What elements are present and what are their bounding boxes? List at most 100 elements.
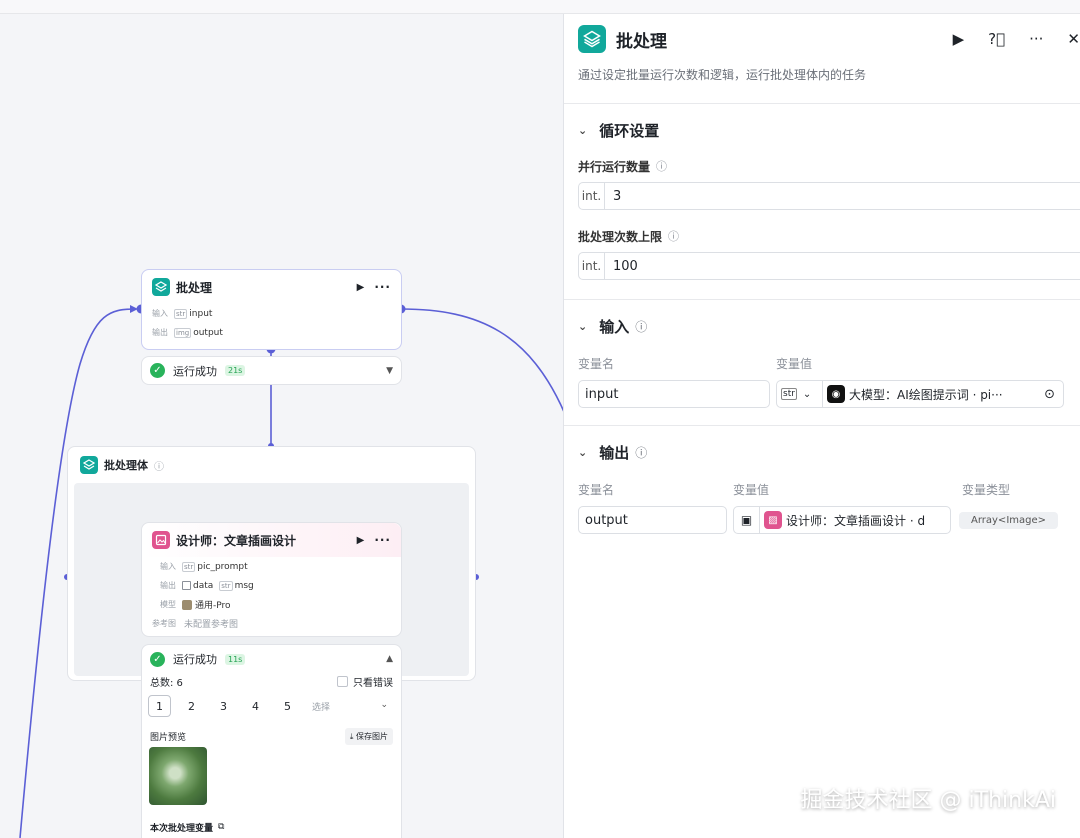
designer-output-chip-data: data [182,581,213,591]
input-title: 输入 [599,317,630,336]
parallel-input[interactable]: int. 3 [578,182,1080,210]
total-row: 总数: 6 只看错误 [142,673,401,689]
batch-more-icon[interactable]: ··· [374,280,391,294]
input-var-name[interactable]: input [578,380,770,408]
designer-run-icon[interactable]: ▶ [357,535,365,546]
preview-label: 图片预览 [150,732,187,743]
output-col-name: 变量名 [578,482,615,497]
designer-node-header: 设计师：文章插画设计 ▶ ··· [142,523,401,557]
save-image-button[interactable]: ⤓ 保存图片 [344,727,393,745]
designer-status-text: 运行成功 [173,653,217,666]
str-type-icon: str [219,580,233,591]
image-type-icon: ▣ [734,507,760,533]
more-icon[interactable]: ··· [1029,30,1043,48]
output-columns: 变量名 变量值 变量类型 [564,478,1080,500]
batch-status-text: 运行成功 [173,364,217,378]
designer-more-icon[interactable]: ··· [374,533,391,547]
input-section: ⌄ 输入 ⓘ 变量名 变量值 input str ⌄ ◉ 大模型：AI绘图提示词… [564,300,1080,426]
str-type-icon: str [174,308,188,319]
output-var-name[interactable]: output [578,506,727,534]
input-col-name: 变量名 [578,356,615,371]
loop-settings-section: ⌄ 循环设置 并行运行数量 ⓘ int. 3 批处理次数上限 ⓘ int. 10… [564,104,1080,300]
designer-input-chip: str pic_prompt [182,561,248,572]
batch-run-icon[interactable]: ▶ [357,282,365,293]
loop-settings-header[interactable]: ⌄ 循环设置 [564,104,1080,156]
variable-picker-icon[interactable]: ⊙ [1044,387,1055,402]
errors-only-checkbox[interactable] [337,675,348,687]
batch-vars-label: 本次批处理变量 [150,823,214,834]
close-icon[interactable]: ✕ [1067,30,1080,48]
output-header[interactable]: ⌄ 输出 ⓘ [564,426,1080,478]
page-5[interactable]: 5 [276,695,299,717]
input-var-row: input str ⌄ ◉ 大模型：AI绘图提示词 · pi··· ⊙ [564,380,1080,408]
info-icon[interactable]: ⓘ [635,318,647,335]
copy-icon[interactable]: ⧉ [218,822,224,832]
output-section: ⌄ 输出 ⓘ 变量名 变量值 变量类型 output ▣ ▨ 设计师：文章插画设… [564,426,1080,534]
designer-output-value-data: data [193,580,214,591]
output-title: 输出 [599,443,630,462]
llm-model-icon: ◉ [827,385,845,403]
help-icon[interactable]: ?⃝ [988,30,1005,48]
success-check-icon: ✓ [150,651,165,667]
designer-model-value: 通用-Pro [195,601,231,611]
batch-input-chip: str input [174,308,213,319]
max-label-row: 批处理次数上限 ⓘ [564,226,1080,246]
output-var-value[interactable]: ▣ ▨ 设计师：文章插画设计 · d [733,506,951,534]
panel-layers-icon [578,25,606,53]
page-select-placeholder: 选择 [312,702,331,713]
designer-node-title: 设计师：文章插画设计 [176,533,297,548]
page-select[interactable]: 选择 ⌄ [312,700,388,713]
designer-image-icon: ▨ [764,511,782,529]
info-icon[interactable]: ⓘ [656,158,667,174]
designer-status-row[interactable]: ✓ 运行成功 11s ▲ [142,645,401,673]
top-bar [0,0,1080,14]
designer-model-chip: 通用-Pro [182,598,231,611]
designer-ref-key: 参考图 [152,619,176,628]
designer-ref-row: 参考图 未配置参考图 [142,614,401,633]
batch-output-value: output [193,327,223,338]
model-avatar-icon [182,599,192,610]
batch-input-row: 输入 str input [142,304,401,323]
parallel-value: 3 [613,188,622,204]
chevron-up-icon[interactable]: ▲ [386,654,393,664]
chevron-down-icon[interactable]: ▼ [386,366,393,376]
batch-node[interactable]: 批处理 ▶ ··· 输入 str input 输出 img output [141,269,402,350]
batch-status-bar[interactable]: ✓ 运行成功 21s ▼ [141,356,402,385]
page-3[interactable]: 3 [212,695,235,717]
input-ref-text: 大模型：AI绘图提示词 · pi··· [849,387,1003,402]
designer-model-key: 模型 [160,600,176,609]
parallel-label-row: 并行运行数量 ⓘ [564,156,1080,176]
batch-body-title: 批处理体 [104,459,148,472]
designer-result-panel[interactable]: ✓ 运行成功 11s ▲ 总数: 6 只看错误 1 2 3 4 5 选择 ⌄ 图… [141,644,402,838]
chevron-down-icon: ⌄ [380,699,388,710]
batch-vars-row: 本次批处理变量 ⧉ [142,815,401,838]
watermark: 掘金技术社区 @ iThinkAi [800,788,1056,813]
designer-node[interactable]: 设计师：文章插画设计 ▶ ··· 输入 str pic_prompt 输出 dat… [141,522,402,637]
max-input[interactable]: int. 100 [578,252,1080,280]
chevron-down-icon: ⌄ [802,388,812,400]
input-header[interactable]: ⌄ 输入 ⓘ [564,300,1080,352]
run-icon[interactable]: ▶ [953,30,965,48]
input-var-value[interactable]: str ⌄ ◉ 大模型：AI绘图提示词 · pi··· ⊙ [776,380,1064,408]
total-count: 总数: 6 [150,677,183,689]
page-4[interactable]: 4 [244,695,267,717]
batch-node-header: 批处理 ▶ ··· [142,270,401,304]
success-check-icon: ✓ [150,363,165,378]
workflow-canvas[interactable]: 批处理 ▶ ··· 输入 str input 输出 img output ✓ 运行成… [0,14,565,838]
preview-thumbnail[interactable] [149,747,207,805]
page-1[interactable]: 1 [148,695,171,717]
batch-body-layers-icon [80,456,98,474]
config-panel: 批处理 ▶ ?⃝ ··· ✕ 通过设定批量运行次数和逻辑，运行批处理体内的任务 … [563,14,1080,838]
info-icon[interactable]: ⓘ [635,444,647,461]
loop-settings-title: 循环设置 [599,121,660,140]
designer-output-row: 输出 data str msg [142,576,401,595]
save-image-label: 保存图片 [356,731,388,741]
input-type-select[interactable]: str ⌄ [777,381,823,407]
output-ref-text: 设计师：文章插画设计 · d [786,513,926,528]
max-label: 批处理次数上限 [578,229,663,244]
batch-input-value: input [189,308,213,319]
info-icon[interactable]: ⓘ [154,458,164,473]
page-2[interactable]: 2 [180,695,203,717]
info-icon[interactable]: ⓘ [668,228,679,244]
image-type-icon: img [174,327,192,338]
